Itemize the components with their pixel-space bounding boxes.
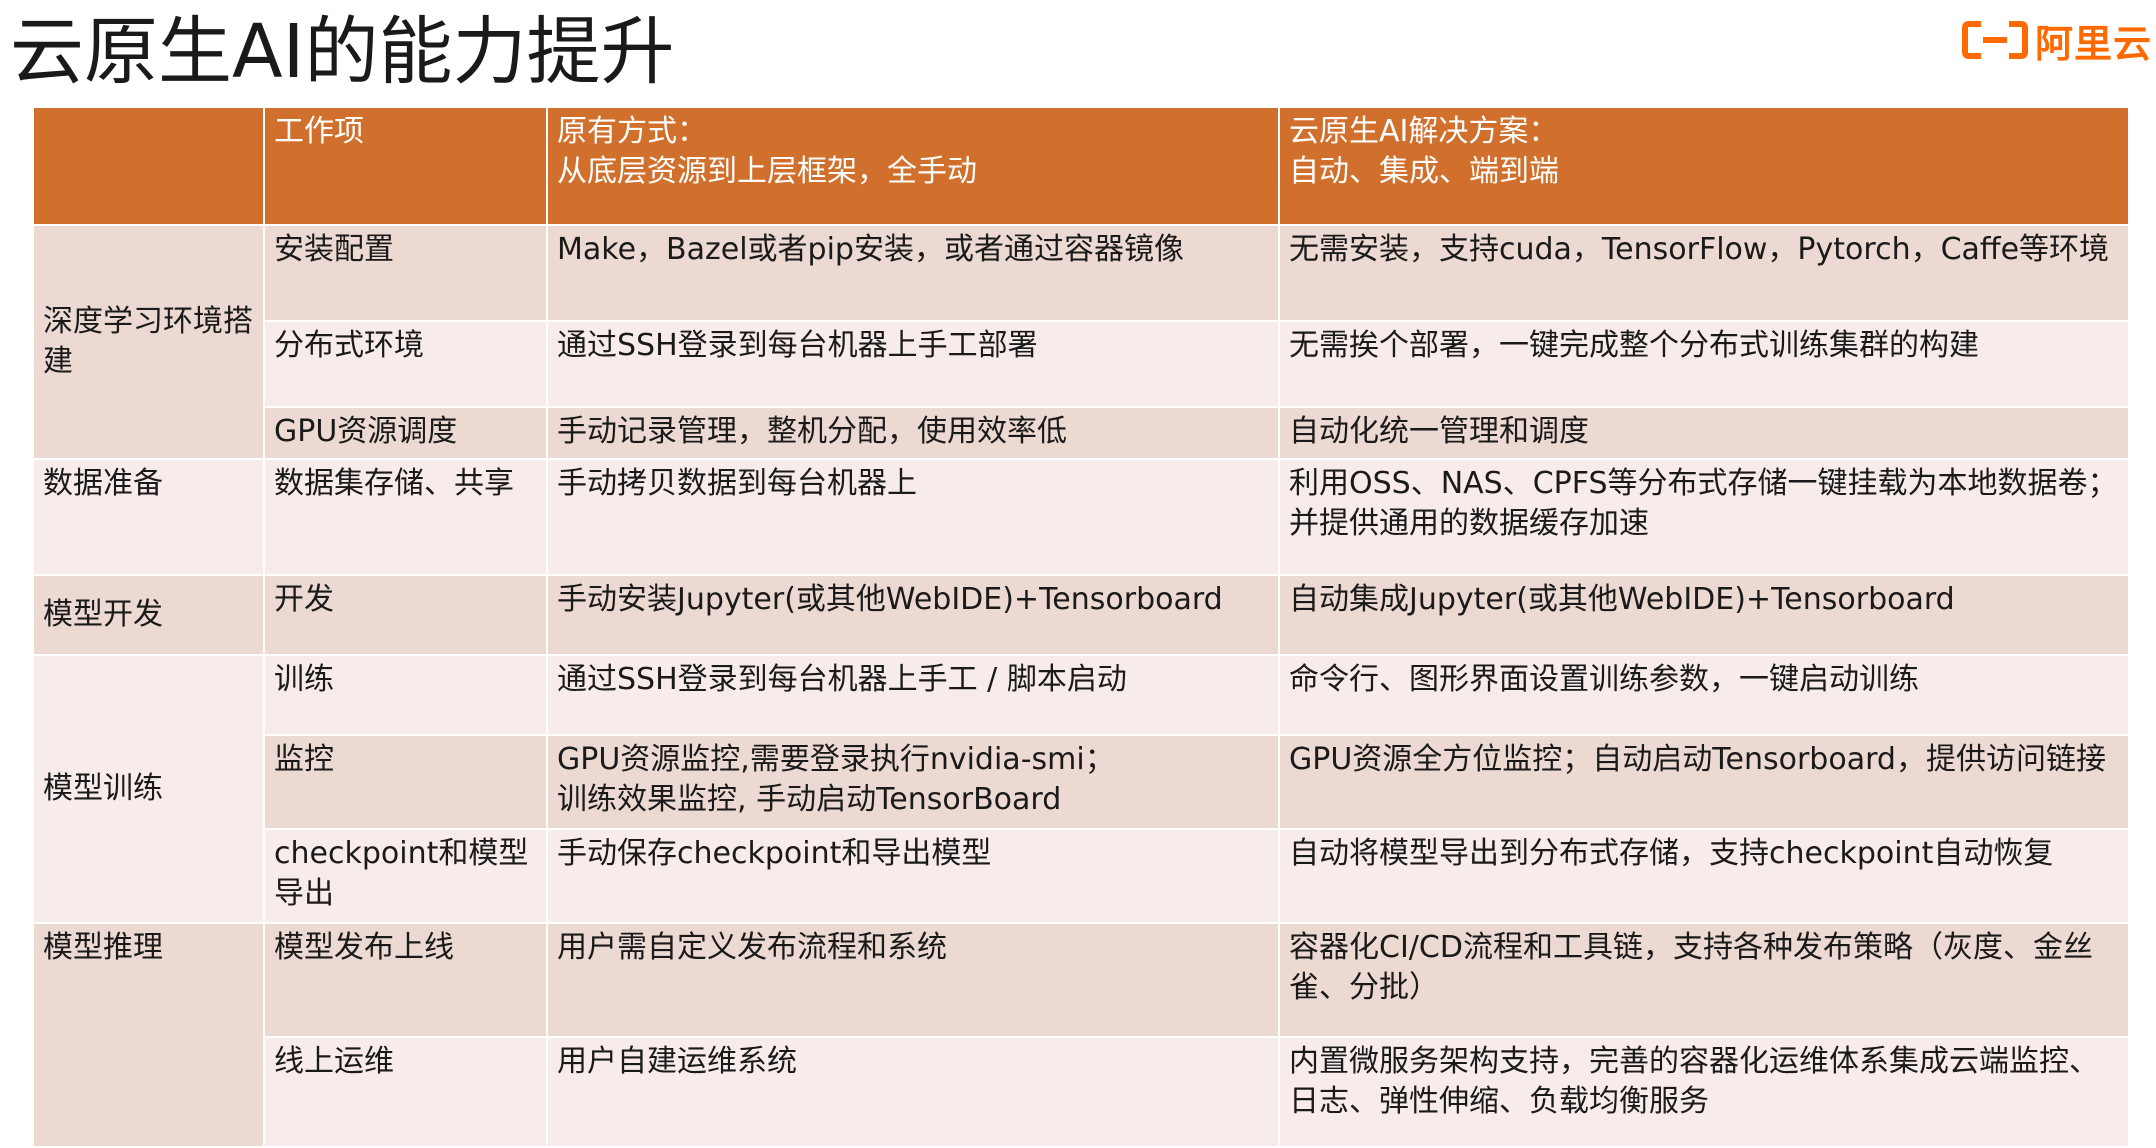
header-original-method: 原有方式： 从底层资源到上层框架，全手动 (546, 106, 1280, 226)
original-cell: 通过SSH登录到每台机器上手工部署 (546, 320, 1280, 408)
original-cell: GPU资源监控,需要登录执行nvidia-smi； 训练效果监控, 手动启动Te… (546, 734, 1280, 830)
table-row: 监控 GPU资源监控,需要登录执行nvidia-smi； 训练效果监控, 手动启… (33, 734, 2130, 830)
work-item-cell: 训练 (263, 654, 548, 736)
original-cell: 手动拷贝数据到每台机器上 (546, 458, 1280, 576)
table-row: checkpoint和模型导出 手动保存checkpoint和导出模型 自动将模… (33, 828, 2130, 924)
table-row: 分布式环境 通过SSH登录到每台机器上手工部署 无需挨个部署，一键完成整个分布式… (33, 320, 2130, 408)
group-label-infer: 模型推理 (32, 922, 265, 1148)
original-cell: 用户自建运维系统 (546, 1036, 1280, 1148)
cloud-cell: 内置微服务架构支持，完善的容器化运维体系集成云端监控、日志、弹性伸缩、负载均衡服… (1278, 1036, 2130, 1148)
work-item-cell: checkpoint和模型导出 (263, 828, 548, 924)
cloud-cell: 无需挨个部署，一键完成整个分布式训练集群的构建 (1278, 320, 2130, 408)
work-item-cell: 线上运维 (263, 1036, 548, 1148)
cloud-cell: 利用OSS、NAS、CPFS等分布式存储一键挂载为本地数据卷； 并提供通用的数据… (1278, 458, 2130, 576)
original-cell: 手动安装Jupyter(或其他WebIDE)+Tensorboard (546, 574, 1280, 656)
comparison-table: 工作项 原有方式： 从底层资源到上层框架，全手动 云原生AI解决方案： 自动、集… (32, 106, 2130, 1148)
work-item-cell: 分布式环境 (263, 320, 548, 408)
work-item-cell: 开发 (263, 574, 548, 656)
work-item-cell: GPU资源调度 (263, 406, 548, 460)
cloud-cell: 容器化CI/CD流程和工具链，支持各种发布策略（灰度、金丝雀、分批） (1278, 922, 2130, 1038)
brand-logo: 阿里云 (1961, 18, 2152, 66)
table-row: 模型开发 开发 手动安装Jupyter(或其他WebIDE)+Tensorboa… (32, 574, 2130, 656)
work-item-cell: 模型发布上线 (263, 922, 548, 1038)
cloud-cell: 自动化统一管理和调度 (1278, 406, 2130, 460)
table-header-row: 工作项 原有方式： 从底层资源到上层框架，全手动 云原生AI解决方案： 自动、集… (32, 106, 2130, 226)
table-row: 模型训练 训练 通过SSH登录到每台机器上手工 / 脚本启动 命令行、图形界面设… (32, 654, 2130, 924)
original-cell: 用户需自定义发布流程和系统 (546, 922, 1280, 1038)
cloud-cell: 无需安装，支持cuda，TensorFlow，Pytorch，Caffe等环境 (1278, 224, 2130, 322)
table-row: 线上运维 用户自建运维系统 内置微服务架构支持，完善的容器化运维体系集成云端监控… (33, 1036, 2130, 1148)
original-cell: 通过SSH登录到每台机器上手工 / 脚本启动 (546, 654, 1280, 736)
brand-name: 阿里云 (2034, 21, 2152, 66)
group-label-dev: 模型开发 (32, 574, 265, 656)
cloud-cell: 自动将模型导出到分布式存储，支持checkpoint自动恢复 (1278, 828, 2130, 924)
original-cell: 手动记录管理，整机分配，使用效率低 (546, 406, 1280, 460)
page-title: 云原生AI的能力提升 (10, 9, 675, 95)
group-label-data: 数据准备 (32, 458, 265, 576)
work-item-cell: 安装配置 (263, 224, 548, 322)
aliyun-logo-icon (1961, 21, 2028, 59)
header-cloud-native-solution: 云原生AI解决方案： 自动、集成、端到端 (1278, 106, 2130, 226)
original-cell: 手动保存checkpoint和导出模型 (546, 828, 1280, 924)
group-label-train: 模型训练 (32, 654, 265, 924)
work-item-cell: 监控 (263, 734, 548, 830)
cloud-cell: GPU资源全方位监控；自动启动Tensorboard，提供访问链接 (1278, 734, 2130, 830)
work-item-cell: 数据集存储、共享 (263, 458, 548, 576)
table-row: 数据准备 数据集存储、共享 手动拷贝数据到每台机器上 利用OSS、NAS、CPF… (32, 458, 2130, 576)
cloud-cell: 自动集成Jupyter(或其他WebIDE)+Tensorboard (1278, 574, 2130, 656)
table-row: 模型推理 模型发布上线 用户需自定义发布流程和系统 容器化CI/CD流程和工具链… (32, 922, 2130, 1148)
header-work-item: 工作项 (263, 106, 548, 226)
header-category (32, 106, 265, 226)
table-row: 深度学习环境搭建 安装配置 Make，Bazel或者pip安装，或者通过容器镜像… (32, 224, 2130, 460)
cloud-cell: 命令行、图形界面设置训练参数，一键启动训练 (1278, 654, 2130, 736)
group-label-env: 深度学习环境搭建 (32, 224, 265, 460)
table-row: GPU资源调度 手动记录管理，整机分配，使用效率低 自动化统一管理和调度 (33, 406, 2130, 460)
original-cell: Make，Bazel或者pip安装，或者通过容器镜像 (546, 224, 1280, 322)
